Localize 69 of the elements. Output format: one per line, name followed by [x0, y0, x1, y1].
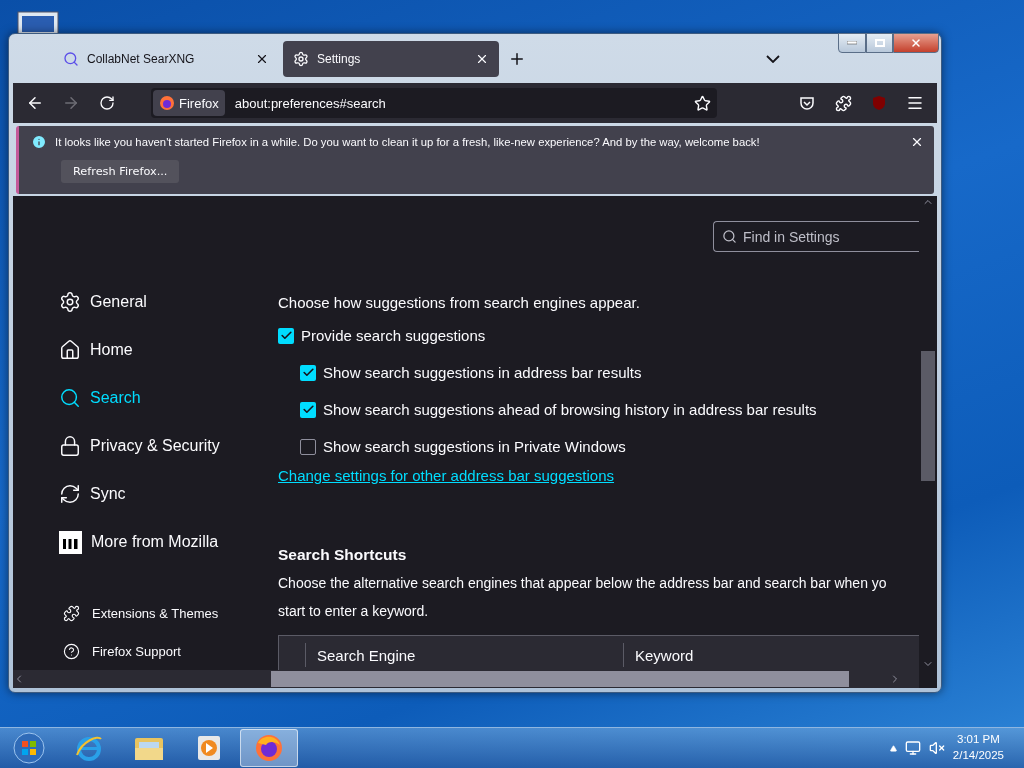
sidebar-item[interactable]: Search: [59, 374, 278, 422]
pocket-icon: [799, 95, 815, 111]
notification-message: It looks like you haven't started Firefox in a while. Do you want to clean it up for a fresh, like-new experience? And by the way, welcome back!: [55, 136, 761, 148]
show-hidden-icons[interactable]: [889, 744, 897, 752]
section-description: Choose the alternative search engines that appear below the address bar and search bar when yo: [278, 574, 888, 593]
sync-icon: [59, 483, 81, 505]
reload-icon: [99, 95, 115, 111]
sidebar-link[interactable]: Extensions & Themes: [59, 594, 278, 632]
sidebar-link[interactable]: Firefox Support: [59, 632, 278, 670]
refresh-button[interactable]: Refresh Firefox...: [61, 160, 180, 183]
media-player-icon: [196, 734, 222, 762]
sidebar-item[interactable]: Privacy & Security: [59, 422, 278, 470]
checkbox[interactable]: [278, 327, 294, 344]
gear-icon: [293, 50, 309, 67]
puzzle-icon: [63, 604, 80, 622]
placeholder-text: Find in Settings: [743, 228, 840, 245]
search-icon: [59, 387, 81, 409]
scrollbar-thumb[interactable]: [921, 351, 935, 481]
close-button[interactable]: [893, 33, 939, 53]
volume-muted-icon[interactable]: [928, 740, 945, 756]
help-icon: [63, 642, 80, 660]
maximize-icon: [874, 39, 885, 47]
checkbox-label: Show search suggestions in address bar results: [323, 364, 642, 381]
maximize-button[interactable]: [866, 33, 893, 53]
identity-button[interactable]: Firefox: [153, 90, 225, 116]
lock-icon: [59, 435, 81, 457]
scrollbar-thumb[interactable]: [271, 671, 849, 687]
logo-icon: [59, 530, 82, 554]
horizontal-scrollbar[interactable]: [13, 670, 919, 688]
checkbox-label: Provide search suggestions: [301, 327, 486, 344]
taskbar-button[interactable]: [240, 729, 298, 767]
checkbox-label: Show search suggestions ahead of browsing history in address bar results: [323, 401, 817, 418]
sidebar-item[interactable]: Home: [59, 326, 278, 374]
minimize-icon: [847, 41, 857, 45]
chevron-down-icon: [766, 54, 780, 63]
address-bar[interactable]: Firefox about:preferences#search: [151, 88, 717, 118]
sidebar-item[interactable]: General: [59, 278, 278, 326]
puzzle-icon: [834, 94, 852, 112]
sidebar-item[interactable]: Sync: [59, 470, 278, 518]
tab[interactable]: CollabNet SearXNG: [15, 40, 279, 77]
firefox-icon[interactable]: [254, 733, 284, 763]
sidebar-item[interactable]: More from Mozilla: [59, 518, 278, 566]
firefox-icon: [159, 95, 175, 111]
shield-icon: [871, 95, 887, 111]
checkbox[interactable]: [300, 401, 316, 418]
search-icon: [63, 50, 79, 67]
close-icon: [910, 37, 922, 49]
search-field[interactable]: Find in Settings: [713, 221, 919, 252]
windows-logo-icon: [13, 732, 45, 764]
network-icon[interactable]: [904, 740, 921, 756]
tab[interactable]: Settings: [283, 40, 499, 77]
checkbox-label: Show search suggestions in Private Windows: [323, 438, 626, 455]
clock[interactable]: 3:01 PM 2/14/2025: [952, 732, 1004, 764]
column-header[interactable]: Search Engine: [305, 643, 623, 667]
settings-link[interactable]: Change settings for other address bar suggestions: [278, 467, 615, 484]
checkbox[interactable]: [300, 438, 316, 455]
bookmark-star-icon[interactable]: [694, 94, 711, 112]
gear-icon: [59, 291, 81, 313]
section-heading: Search Shortcuts: [278, 546, 408, 564]
minimize-button[interactable]: [838, 33, 866, 53]
section-description: start to enter a keyword.: [278, 602, 430, 621]
section-description: Choose how suggestions from search engines appear.: [278, 294, 641, 311]
home-icon: [59, 339, 81, 361]
close-icon[interactable]: [910, 135, 924, 149]
arrow-right-icon: [62, 94, 80, 112]
search-icon: [722, 229, 737, 244]
menu-icon: [906, 94, 924, 112]
checkbox[interactable]: [300, 364, 316, 381]
info-icon: [31, 134, 47, 150]
